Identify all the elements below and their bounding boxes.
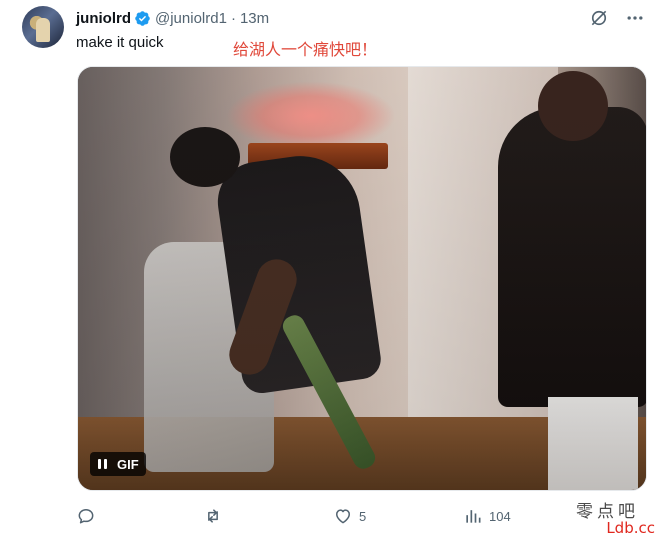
gif-controls: GIF bbox=[90, 452, 146, 476]
avatar-figure bbox=[36, 18, 50, 42]
gif-frame bbox=[78, 67, 646, 490]
gif-media[interactable]: GIF bbox=[77, 66, 647, 491]
grok-button[interactable] bbox=[587, 6, 611, 30]
handle[interactable]: @juniolrd1 bbox=[155, 10, 227, 27]
retweet-icon bbox=[208, 509, 218, 523]
grok-icon bbox=[591, 10, 607, 26]
view-count: 104 bbox=[489, 508, 511, 524]
tweet[interactable]: juniolrd @juniolrd1 · 13m make it quick … bbox=[0, 0, 669, 543]
display-name[interactable]: juniolrd bbox=[76, 10, 131, 27]
separator-dot: · bbox=[230, 9, 236, 27]
more-button[interactable] bbox=[623, 6, 647, 30]
top-actions bbox=[587, 6, 647, 30]
like-count: 5 bbox=[359, 508, 367, 524]
tweet-text: make it quick bbox=[76, 34, 164, 51]
reply-button[interactable] bbox=[76, 503, 102, 529]
watermark-line2: Ldb.cc bbox=[606, 519, 655, 537]
views-icon bbox=[466, 510, 481, 523]
more-icon bbox=[627, 16, 643, 20]
heart-icon bbox=[336, 509, 350, 524]
views-button[interactable]: 104 bbox=[463, 503, 511, 529]
timestamp[interactable]: 13m bbox=[240, 10, 269, 27]
like-button[interactable]: 5 bbox=[333, 503, 366, 529]
retweet-button[interactable] bbox=[203, 503, 229, 529]
gif-badge: GIF bbox=[117, 456, 139, 472]
reply-icon bbox=[78, 509, 94, 524]
overlay-caption: 给湖人一个痛快吧！ bbox=[233, 40, 378, 59]
watermark: 零点吧 Ldb.cc bbox=[551, 495, 661, 543]
scene-shade bbox=[78, 67, 646, 490]
avatar[interactable] bbox=[22, 6, 64, 48]
pause-icon[interactable] bbox=[95, 457, 109, 471]
tweet-header: juniolrd @juniolrd1 · 13m bbox=[76, 8, 269, 28]
verified-badge-icon bbox=[135, 10, 150, 26]
